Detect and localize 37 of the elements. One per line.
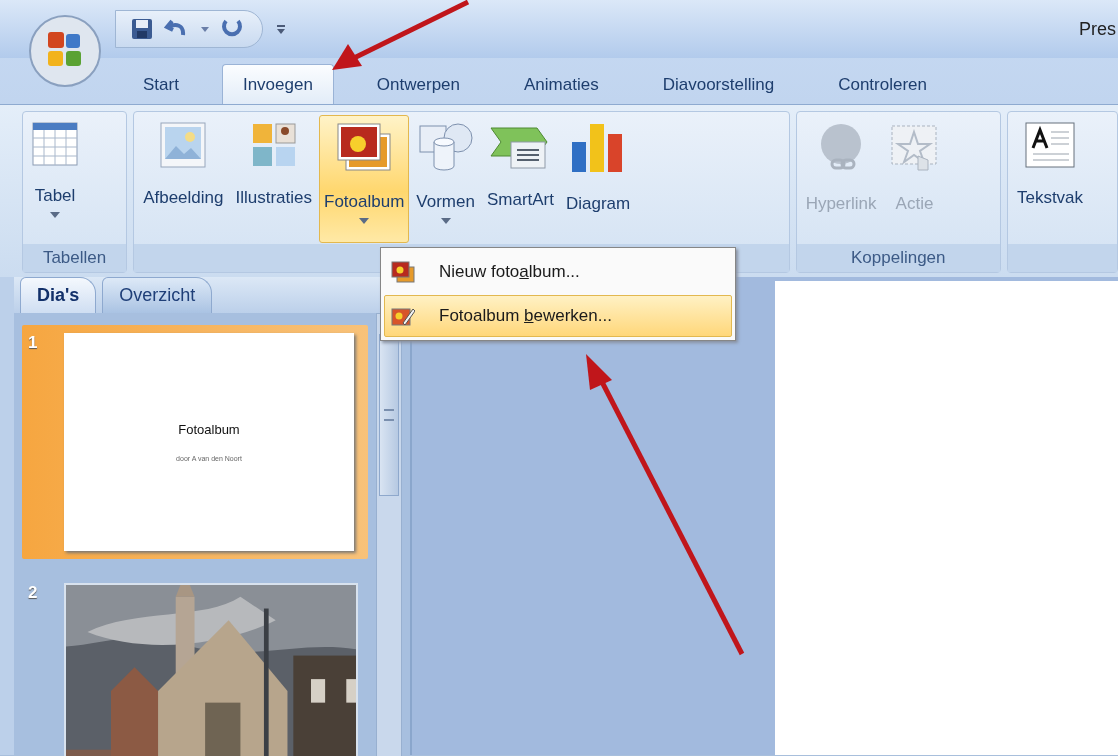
ribbon-tab[interactable]: Controleren (817, 64, 948, 104)
ribbon-tab[interactable]: Invoegen (221, 64, 334, 104)
table-icon (32, 122, 78, 166)
save-icon[interactable] (130, 17, 154, 41)
edit-album-icon (391, 305, 415, 327)
slide-title: Fotoalbum (178, 422, 240, 437)
shapes-icon (417, 122, 474, 172)
ribbon-button[interactable]: Fotoalbum (319, 115, 410, 243)
slide-number: 2 (28, 583, 39, 604)
text-box-icon (1025, 122, 1075, 168)
ribbon-tab[interactable]: Ontwerpen (355, 64, 482, 104)
image-icon (160, 122, 207, 168)
clipart-icon (250, 122, 297, 168)
ribbon-tab[interactable]: Diavoorstelling (641, 64, 796, 104)
ribbon-button[interactable]: Tabel (27, 115, 83, 243)
ribbon-button[interactable]: SmartArt (481, 115, 559, 243)
window-title: Pres (1079, 18, 1117, 40)
ribbon-button[interactable]: Vormen (411, 115, 480, 243)
menu-item[interactable]: Nieuw fotoalbum... (384, 251, 732, 293)
menu-item[interactable]: Fotoalbum bewerken... (384, 295, 732, 337)
ribbon-button[interactable]: Illustraties (230, 115, 317, 243)
slide-number: 1 (28, 333, 39, 354)
customize-icon[interactable] (275, 23, 287, 35)
ribbon-tab[interactable]: Animaties (503, 64, 620, 104)
pane-tab[interactable]: Overzicht (102, 277, 213, 313)
group-label: Tabellen (23, 244, 127, 272)
scrollbar[interactable] (376, 313, 402, 756)
ribbon-button[interactable]: Afbeelding (138, 115, 229, 243)
ribbon-button[interactable]: Diagram (561, 115, 636, 243)
group-label: Koppelingen (796, 244, 1000, 272)
ribbon-tab[interactable]: Start (122, 64, 200, 104)
photo-album-icon (391, 261, 415, 283)
pane-tab[interactable]: Dia's (20, 277, 97, 313)
caret-icon[interactable] (200, 25, 210, 33)
photo-album-icon (336, 122, 393, 172)
office-button[interactable] (28, 14, 102, 88)
ribbon-button[interactable]: Tekstvak (1011, 115, 1089, 243)
